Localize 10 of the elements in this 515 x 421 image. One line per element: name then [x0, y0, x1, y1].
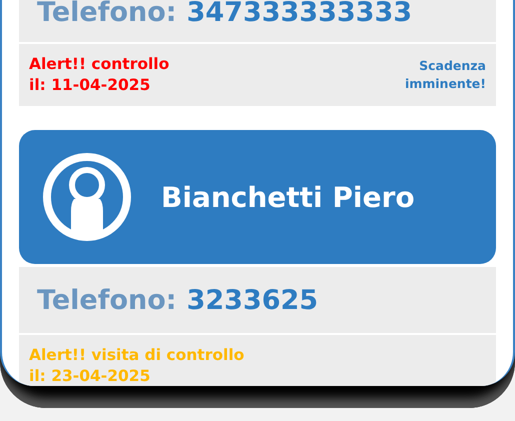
phone-label: Telefono:	[37, 284, 177, 316]
alert-text: Alert!! controllo il: 11-04-2025	[29, 54, 170, 96]
deadline-note: Scadenza imminente!	[404, 57, 486, 93]
phone-number: 347333333333	[186, 2, 412, 24]
contact-header[interactable]: Bianchetti Piero	[19, 130, 496, 264]
user-icon	[41, 151, 133, 243]
contact-name: Bianchetti Piero	[161, 180, 415, 214]
phone-number: 3233625	[186, 284, 318, 316]
alert-text: Alert!! visita di controllo il: 23-04-2025	[29, 345, 244, 386]
phone-label: Telefono:	[37, 2, 177, 24]
